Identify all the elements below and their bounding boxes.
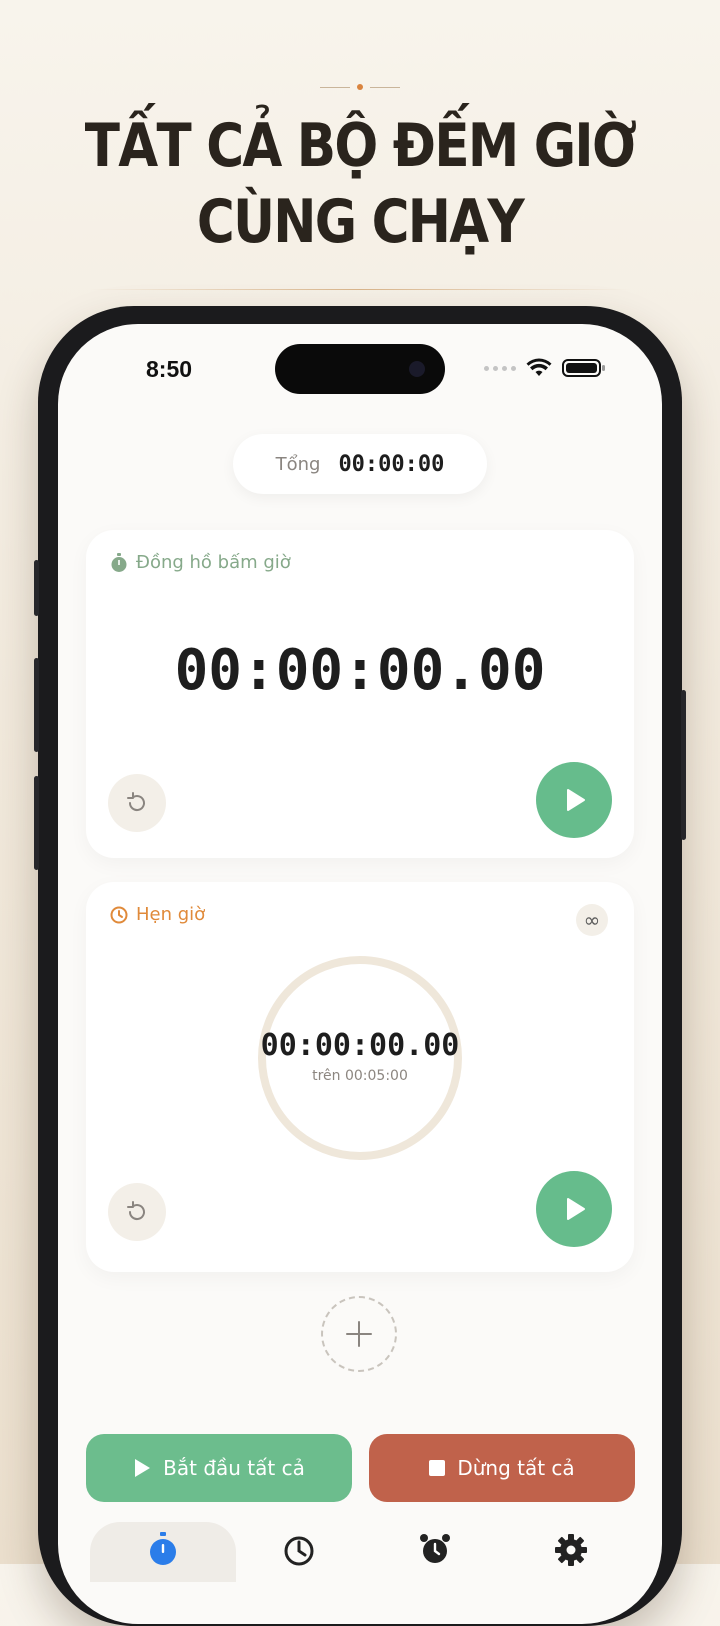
timer-reset-button[interactable]: [108, 1183, 166, 1241]
hero-headline: TẤT CẢ BỘ ĐẾM GIỜ CÙNG CHẠY: [50, 108, 669, 260]
alarm-clock-icon: [420, 1534, 450, 1563]
status-time: 8:50: [146, 356, 193, 382]
volume-up-button: [34, 658, 39, 752]
tab-stopwatch[interactable]: [90, 1522, 236, 1582]
tab-timer[interactable]: [226, 1522, 372, 1582]
timer-card-header: Hẹn giờ: [110, 904, 205, 925]
gear-icon: [555, 1534, 587, 1566]
header-ornament: [320, 84, 400, 90]
tab-alarm[interactable]: [362, 1522, 508, 1582]
timer-target: trên 00:05:00: [312, 1068, 408, 1084]
status-icons: [484, 358, 606, 378]
timer-card: Hẹn giờ ∞ 00:00:00.00 trên 00:05:00: [86, 882, 634, 1272]
cellular-signal-icon: [484, 365, 516, 371]
timer-icon: [110, 906, 128, 923]
stopwatch-display: 00:00:00.00: [174, 638, 546, 703]
stop-all-label: Dừng tất cả: [457, 1456, 575, 1480]
reset-icon: [127, 1201, 145, 1221]
start-all-button[interactable]: Bắt đầu tất cả: [86, 1434, 352, 1502]
stopwatch-card: Đồng hồ bấm giờ 00:00:00.00: [86, 530, 634, 858]
header-divider: [90, 289, 630, 290]
stopwatch-icon: [111, 552, 127, 572]
stop-icon: [429, 1460, 446, 1476]
stopwatch-title: Đồng hồ bấm giờ: [136, 552, 291, 573]
tab-bar: [86, 1522, 634, 1624]
start-all-label: Bắt đầu tất cả: [163, 1456, 305, 1480]
total-time-pill: Tổng 00:00:00: [233, 434, 487, 494]
reset-icon: [127, 792, 145, 812]
repeat-toggle-button[interactable]: ∞: [576, 904, 608, 936]
timer-play-button[interactable]: [536, 1171, 612, 1247]
infinity-icon: ∞: [583, 908, 601, 932]
timer-title: Hẹn giờ: [136, 904, 206, 925]
tab-settings[interactable]: [498, 1522, 644, 1582]
stopwatch-icon: [150, 1532, 176, 1565]
action-button: [34, 560, 39, 616]
wifi-icon: [526, 358, 552, 376]
plus-icon: [346, 1321, 372, 1347]
stopwatch-reset-button[interactable]: [108, 774, 166, 832]
play-icon: [567, 789, 585, 811]
timer-icon: [284, 1536, 314, 1566]
hero-line-1: TẤT CẢ BỘ ĐẾM GIỜ: [84, 111, 637, 181]
power-button: [681, 690, 686, 840]
app-screen: 8:50 Tổng 00:00:00 Đồng hồ bấm giờ 00:00…: [58, 324, 662, 1624]
total-label: Tổng: [275, 453, 321, 475]
total-value: 00:00:00: [338, 451, 445, 477]
play-icon: [567, 1198, 585, 1220]
volume-down-button: [34, 776, 39, 870]
stopwatch-play-button[interactable]: [536, 762, 612, 838]
dynamic-island: [275, 344, 445, 394]
play-icon: [135, 1459, 151, 1477]
stop-all-button[interactable]: Dừng tất cả: [369, 1434, 635, 1502]
stopwatch-card-header: Đồng hồ bấm giờ: [110, 552, 291, 573]
timer-display: 00:00:00.00: [260, 1028, 460, 1063]
battery-icon: [562, 359, 605, 377]
hero-line-2: CÙNG CHẠY: [196, 187, 525, 257]
add-timer-button[interactable]: [321, 1296, 397, 1372]
